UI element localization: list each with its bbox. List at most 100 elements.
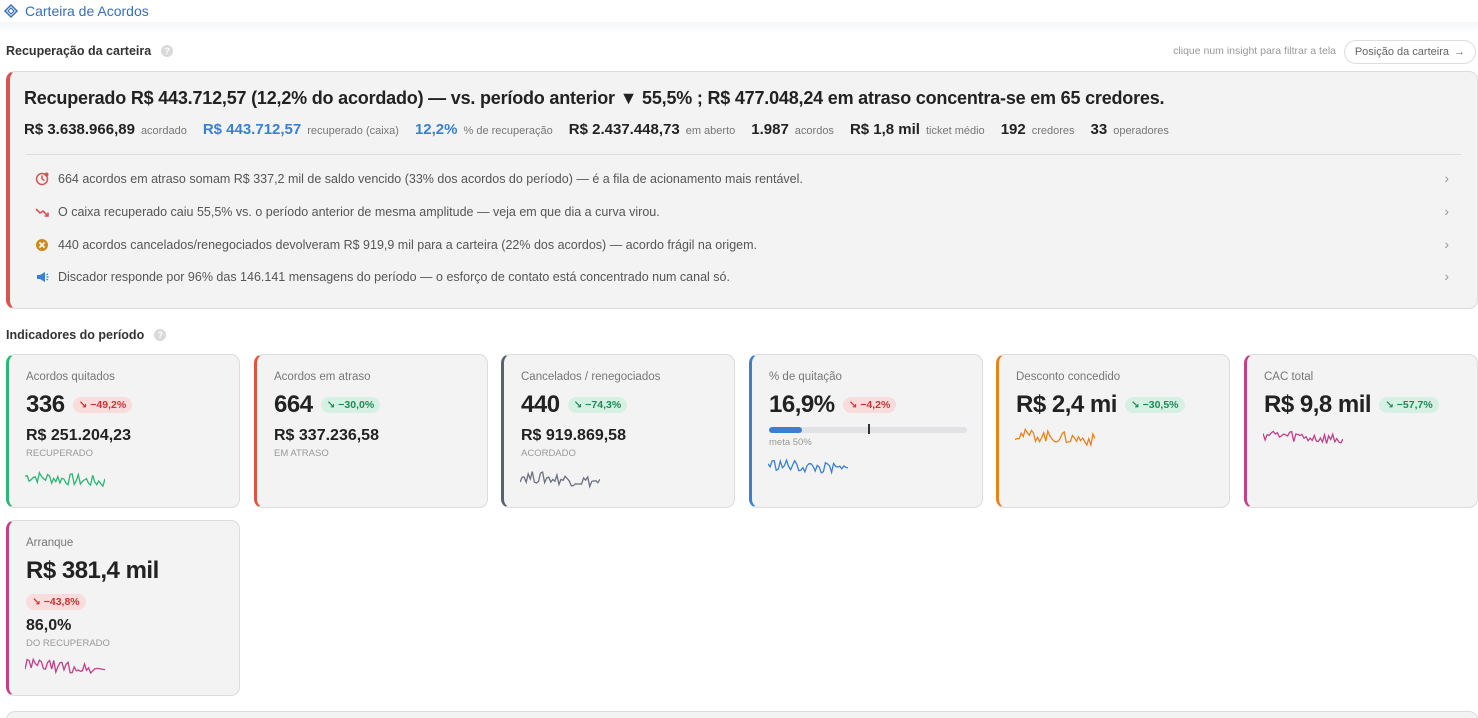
delta-value: −74,3% [585,399,622,411]
quitacao-progress-bar [769,424,967,434]
delta-value: −30,0% [338,399,375,411]
stat-value: R$ 2.437.448,73 [568,121,680,138]
trend-down-icon: ↘ [1130,399,1143,411]
kpi-value: R$ 2,4 mi [1016,391,1117,418]
delta-value: −49,2% [90,399,127,411]
insight-text: 664 acordos em atraso somam R$ 337,2 mil… [58,172,803,186]
arrow-right-icon: → [1454,46,1465,58]
position-button-label: Posição da carteira [1354,46,1449,58]
delta-badge: ↘ −57,7% [1379,397,1439,413]
kpi-value: 664 [274,391,313,418]
kpi-sub-value: 86,0% [26,617,72,634]
chevron-right-icon: › [1444,236,1449,252]
app-title[interactable]: Carteira de Acordos [25,3,149,19]
insight-text: 440 acordos cancelados/renegociados devo… [58,238,757,252]
kpi-card-acordos-quitados[interactable]: Acordos quitados 336 ↘ −49,2% R$ 251.204… [6,354,240,508]
kpi-sub-label: DO RECUPERADO [26,638,110,649]
kpi-title: Acordos quitados [26,371,115,383]
stat-label: ticket médio [925,125,985,137]
stat-acordado: R$ 3.638.966,89 acordado [24,121,187,138]
kpi-sub-value: R$ 919.869,58 [521,427,626,444]
stat-label: % de recuperação [463,125,553,137]
app-logo-icon [3,3,19,19]
recovery-section-header: Recuperação da carteira ? [6,44,174,58]
help-icon[interactable]: ? [161,45,174,57]
target-label: meta 50% [769,437,812,448]
kpi-main: 440 ↘ −74,3% [521,391,628,419]
kpi-main: 16,9% ↘ −4,2% [769,391,897,419]
kpi-card-desconto-concedido[interactable]: Desconto concedido R$ 2,4 mi ↘ −30,5% [996,354,1230,508]
kpi-delta-row: ↘ −43,8% [18,592,86,610]
sparkline [520,471,600,489]
sparkline [25,470,105,488]
trend-down-icon: ↘ [848,399,861,411]
insight-item[interactable]: Discador responde por 96% das 146.141 me… [34,261,1457,293]
kpi-sub-value: R$ 337.236,58 [274,427,379,444]
kpi-title: Acordos em atraso [274,371,371,383]
trend-down-icon [34,204,50,220]
insight-text: O caixa recuperado caiu 55,5% vs. o perí… [58,205,660,219]
stat-label: operadores [1113,125,1169,137]
stat-ticket-medio: R$ 1,8 mil ticket médio [850,121,985,138]
trend-down-icon: ↘ [1385,399,1397,411]
delta-badge: ↘ −43,8% [26,594,86,610]
delta-value: −57,7% [1396,399,1433,411]
delta-value: −30,5% [1142,399,1179,411]
stat-label: acordos [794,125,834,137]
delta-value: −4,2% [860,399,891,411]
position-button[interactable]: Posição da carteira → [1343,40,1476,64]
kpi-card-cancelados[interactable]: Cancelados / renegociados 440 ↘ −74,3% R… [501,354,735,508]
progress-fill [769,427,803,433]
recovery-panel: Recuperado R$ 443.712,57 (12,2% do acord… [6,71,1478,309]
sparkline [768,458,848,475]
stat-value: R$ 1,8 mil [849,121,920,138]
kpi-value: 440 [521,391,560,418]
stat-operadores: 33 operadores [1091,121,1169,138]
stat-value: 192 [1000,121,1026,138]
insight-item[interactable]: 664 acordos em atraso somam R$ 337,2 mil… [34,163,1457,195]
delta-badge: ↘ −4,2% [842,397,897,413]
kpi-main: R$ 381,4 mil [26,557,159,585]
chevron-right-icon: › [1444,268,1449,284]
kpi-title: CAC total [1264,371,1314,383]
insight-item[interactable]: 440 acordos cancelados/renegociados devo… [34,229,1457,261]
stat-label: em aberto [685,125,736,137]
stat-label: acordado [140,125,187,137]
sparkline [25,657,105,675]
insight-text: Discador responde por 96% das 146.141 me… [58,270,730,284]
sparkline [1015,427,1095,448]
sparkline-path [1015,427,1095,448]
kpi-value: R$ 381,4 mil [26,557,159,584]
delta-badge: ↘ −30,5% [1124,397,1185,413]
kpi-title: Arranque [26,537,74,549]
kpi-card-percent-quitacao[interactable]: % de quitação 16,9% ↘ −4,2% meta 50% [749,354,983,508]
kpi-main: 664 ↘ −30,0% [274,391,381,419]
stat-em-aberto: R$ 2.437.448,73 em aberto [569,121,735,138]
sparkline-path [768,458,848,475]
divider [26,154,1461,155]
kpi-card-arranque[interactable]: Arranque R$ 381,4 mil ↘ −43,8% 86,0% DO … [6,520,240,696]
trend-down-icon: ↘ [573,399,586,411]
header-shadow [0,22,1478,34]
kpi-main: R$ 2,4 mi ↘ −30,5% [1016,391,1185,419]
stat-acordos: 1.987 acordos [751,121,834,138]
sparkline-path [520,471,600,489]
kpi-main: 336 ↘ −49,2% [26,391,133,419]
kpi-title: Cancelados / renegociados [521,371,661,383]
help-icon[interactable]: ? [154,329,167,341]
kpi-sub-label: RECUPERADO [26,448,94,459]
chevron-right-icon: › [1444,170,1449,186]
stat-value: 1.987 [751,121,789,138]
kpi-title: % de quitação [769,371,842,383]
indicators-section-title: Indicadores do período [6,328,145,342]
kpi-card-cac-total[interactable]: CAC total R$ 9,8 mil ↘ −57,7% [1244,354,1478,508]
insight-item[interactable]: O caixa recuperado caiu 55,5% vs. o perí… [34,196,1457,228]
recovery-section-title: Recuperação da carteira [6,44,152,58]
sparkline [1263,430,1343,444]
kpi-card-acordos-em-atraso[interactable]: Acordos em atraso 664 ↘ −30,0% R$ 337.23… [254,354,488,508]
delta-badge: ↘ −30,0% [320,397,381,413]
sparkline-path [25,657,105,675]
trend-down-icon: ↘ [78,399,91,411]
kpi-sub-label: EM ATRASO [274,448,329,459]
indicators-section-header: Indicadores do período ? [6,328,167,342]
